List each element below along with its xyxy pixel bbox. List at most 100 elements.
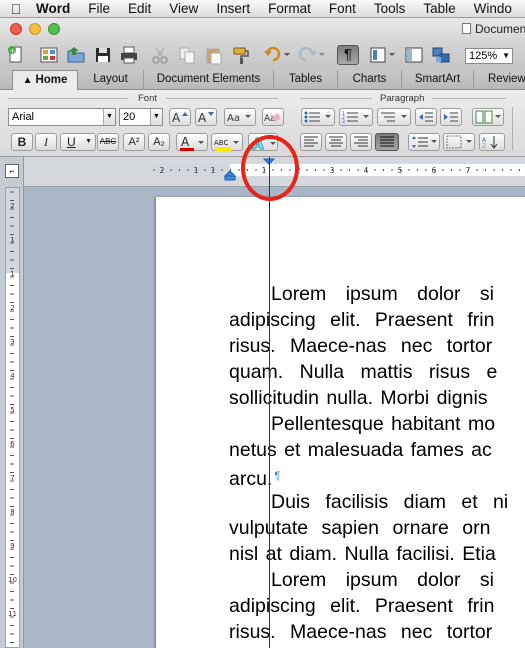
justify-button[interactable] [375, 133, 399, 151]
paragraph-2[interactable]: Pellentesque habitant mo netus et malesu… [229, 411, 525, 490]
window-title-text: Documen [475, 22, 525, 36]
tab-tables[interactable]: Tables [274, 70, 338, 90]
format-painter-icon[interactable] [231, 45, 251, 65]
line-spacing-button[interactable] [408, 133, 440, 151]
multilevel-list-button[interactable] [377, 108, 411, 126]
text-line: adipiscing elit. Praesent frin [229, 309, 495, 331]
paragraph-mark: ¶ [274, 470, 281, 482]
align-right-button[interactable] [350, 133, 372, 151]
text-line: Lorem ipsum dolor si [271, 283, 494, 305]
underline-button[interactable]: U ▼ [60, 133, 96, 151]
font-size-field[interactable]: 20 ▼ [119, 108, 163, 126]
cut-icon[interactable] [150, 45, 170, 65]
paragraph-1[interactable]: Lorem ipsum dolor si adipiscing elit. Pr… [229, 281, 525, 411]
show-formatting-button[interactable]: ¶ [337, 45, 359, 65]
menu-font[interactable]: Font [320, 1, 365, 16]
columns-button[interactable] [472, 108, 504, 126]
subscript-button[interactable]: A₂ [148, 133, 170, 151]
templates-gallery-icon[interactable] [39, 45, 59, 65]
tab-home[interactable]: ▲ Home [12, 70, 78, 91]
paragraph-4[interactable]: Lorem ipsum dolor si adipiscing elit. Pr… [229, 567, 525, 645]
svg-text:3: 3 [342, 119, 345, 124]
bullets-button[interactable] [301, 108, 335, 126]
chevron-down-icon: ▼ [502, 51, 510, 60]
sort-button[interactable]: AZ [479, 133, 505, 151]
ruler-label: 1 [10, 236, 14, 244]
menu-insert[interactable]: Insert [207, 1, 259, 16]
group-divider [8, 98, 128, 99]
save-icon[interactable] [93, 45, 113, 65]
new-document-icon[interactable]: + [6, 45, 26, 65]
menu-file[interactable]: File [79, 1, 119, 16]
copy-icon[interactable] [177, 45, 197, 65]
text-line: Duis facilisis diam et ni [271, 491, 509, 513]
minimize-window-button[interactable] [29, 23, 41, 35]
italic-button[interactable]: I [35, 133, 57, 151]
ruler-label: 7 [466, 166, 471, 175]
text-line: netus et malesuada fames ac [229, 439, 492, 461]
media-browser-icon[interactable] [431, 45, 451, 65]
text-line: Pellentesque habitant mo [271, 413, 496, 435]
redo-icon[interactable] [298, 45, 326, 65]
tab-smartart[interactable]: SmartArt [402, 70, 474, 90]
clear-formatting-button[interactable]: Aa [262, 108, 284, 126]
document-icon [462, 23, 471, 34]
font-group-title: Font [138, 93, 158, 104]
menu-tools[interactable]: Tools [365, 1, 415, 16]
numbering-button[interactable]: 123 [339, 108, 373, 126]
group-divider [432, 98, 506, 99]
grow-font-button[interactable]: A [169, 108, 191, 126]
menu-word[interactable]: Word [32, 1, 79, 16]
sidebar-toggle-icon[interactable] [404, 45, 424, 65]
shrink-font-button[interactable]: A [195, 108, 217, 126]
vertical-ruler[interactable]: 2 1 1 2 3 4 5 6 7 8 9 10 11 [5, 187, 20, 648]
indent-guide-line [269, 157, 270, 648]
paragraph-3[interactable]: Duis facilisis diam et ni vulputate sapi… [229, 489, 525, 567]
ruler-label: 6 [432, 166, 437, 175]
zoom-select[interactable]: 125% ▼ [465, 48, 513, 64]
tab-layout[interactable]: Layout [78, 70, 144, 90]
zoom-window-button[interactable] [48, 23, 60, 35]
apple-icon[interactable]:  [0, 1, 32, 17]
borders-button[interactable] [443, 133, 475, 151]
ruler-label: 1 [211, 166, 216, 175]
tab-home-label: Home [35, 74, 68, 86]
menu-format[interactable]: Format [259, 1, 320, 16]
ruler-label: 5 [398, 166, 403, 175]
print-icon[interactable] [119, 45, 139, 65]
align-center-button[interactable] [325, 133, 347, 151]
superscript-button[interactable]: A² [123, 133, 145, 151]
paste-icon[interactable] [204, 45, 224, 65]
change-case-button[interactable]: Aa [224, 108, 256, 126]
ruler-label: 9 [10, 542, 14, 550]
tab-stop-selector[interactable]: ⌐ [5, 164, 19, 178]
ruler-label: 3 [10, 338, 14, 346]
align-left-button[interactable] [300, 133, 322, 151]
menu-window[interactable]: Windo [465, 1, 521, 16]
tab-document-elements[interactable]: Document Elements [144, 70, 274, 90]
highlight-button[interactable]: ABC [211, 133, 243, 151]
view-layout-icon[interactable] [368, 45, 398, 65]
svg-text:A: A [198, 111, 207, 124]
tab-charts[interactable]: Charts [338, 70, 402, 90]
menu-view[interactable]: View [160, 1, 207, 16]
annotation-circle [241, 135, 299, 201]
ruler-label: 4 [364, 166, 369, 175]
increase-indent-button[interactable] [440, 108, 462, 126]
ruler-label: 5 [10, 406, 14, 414]
font-color-button[interactable]: A [176, 133, 208, 151]
menu-bar:  Word File Edit View Insert Format Font… [0, 0, 525, 18]
menu-table[interactable]: Table [414, 1, 464, 16]
ruler-label: 7 [10, 474, 14, 482]
tab-review[interactable]: Review [474, 70, 525, 90]
svg-text:A: A [172, 111, 181, 124]
font-name-field[interactable]: Arial ▼ [8, 108, 116, 126]
close-window-button[interactable] [10, 23, 22, 35]
menu-edit[interactable]: Edit [119, 1, 160, 16]
undo-icon[interactable] [263, 45, 291, 65]
strikethrough-button[interactable]: ABC [97, 133, 119, 151]
bold-button[interactable]: B [11, 133, 33, 151]
open-icon[interactable] [66, 45, 86, 65]
decrease-indent-button[interactable] [415, 108, 437, 126]
text-line-content: arcu. [229, 468, 273, 490]
